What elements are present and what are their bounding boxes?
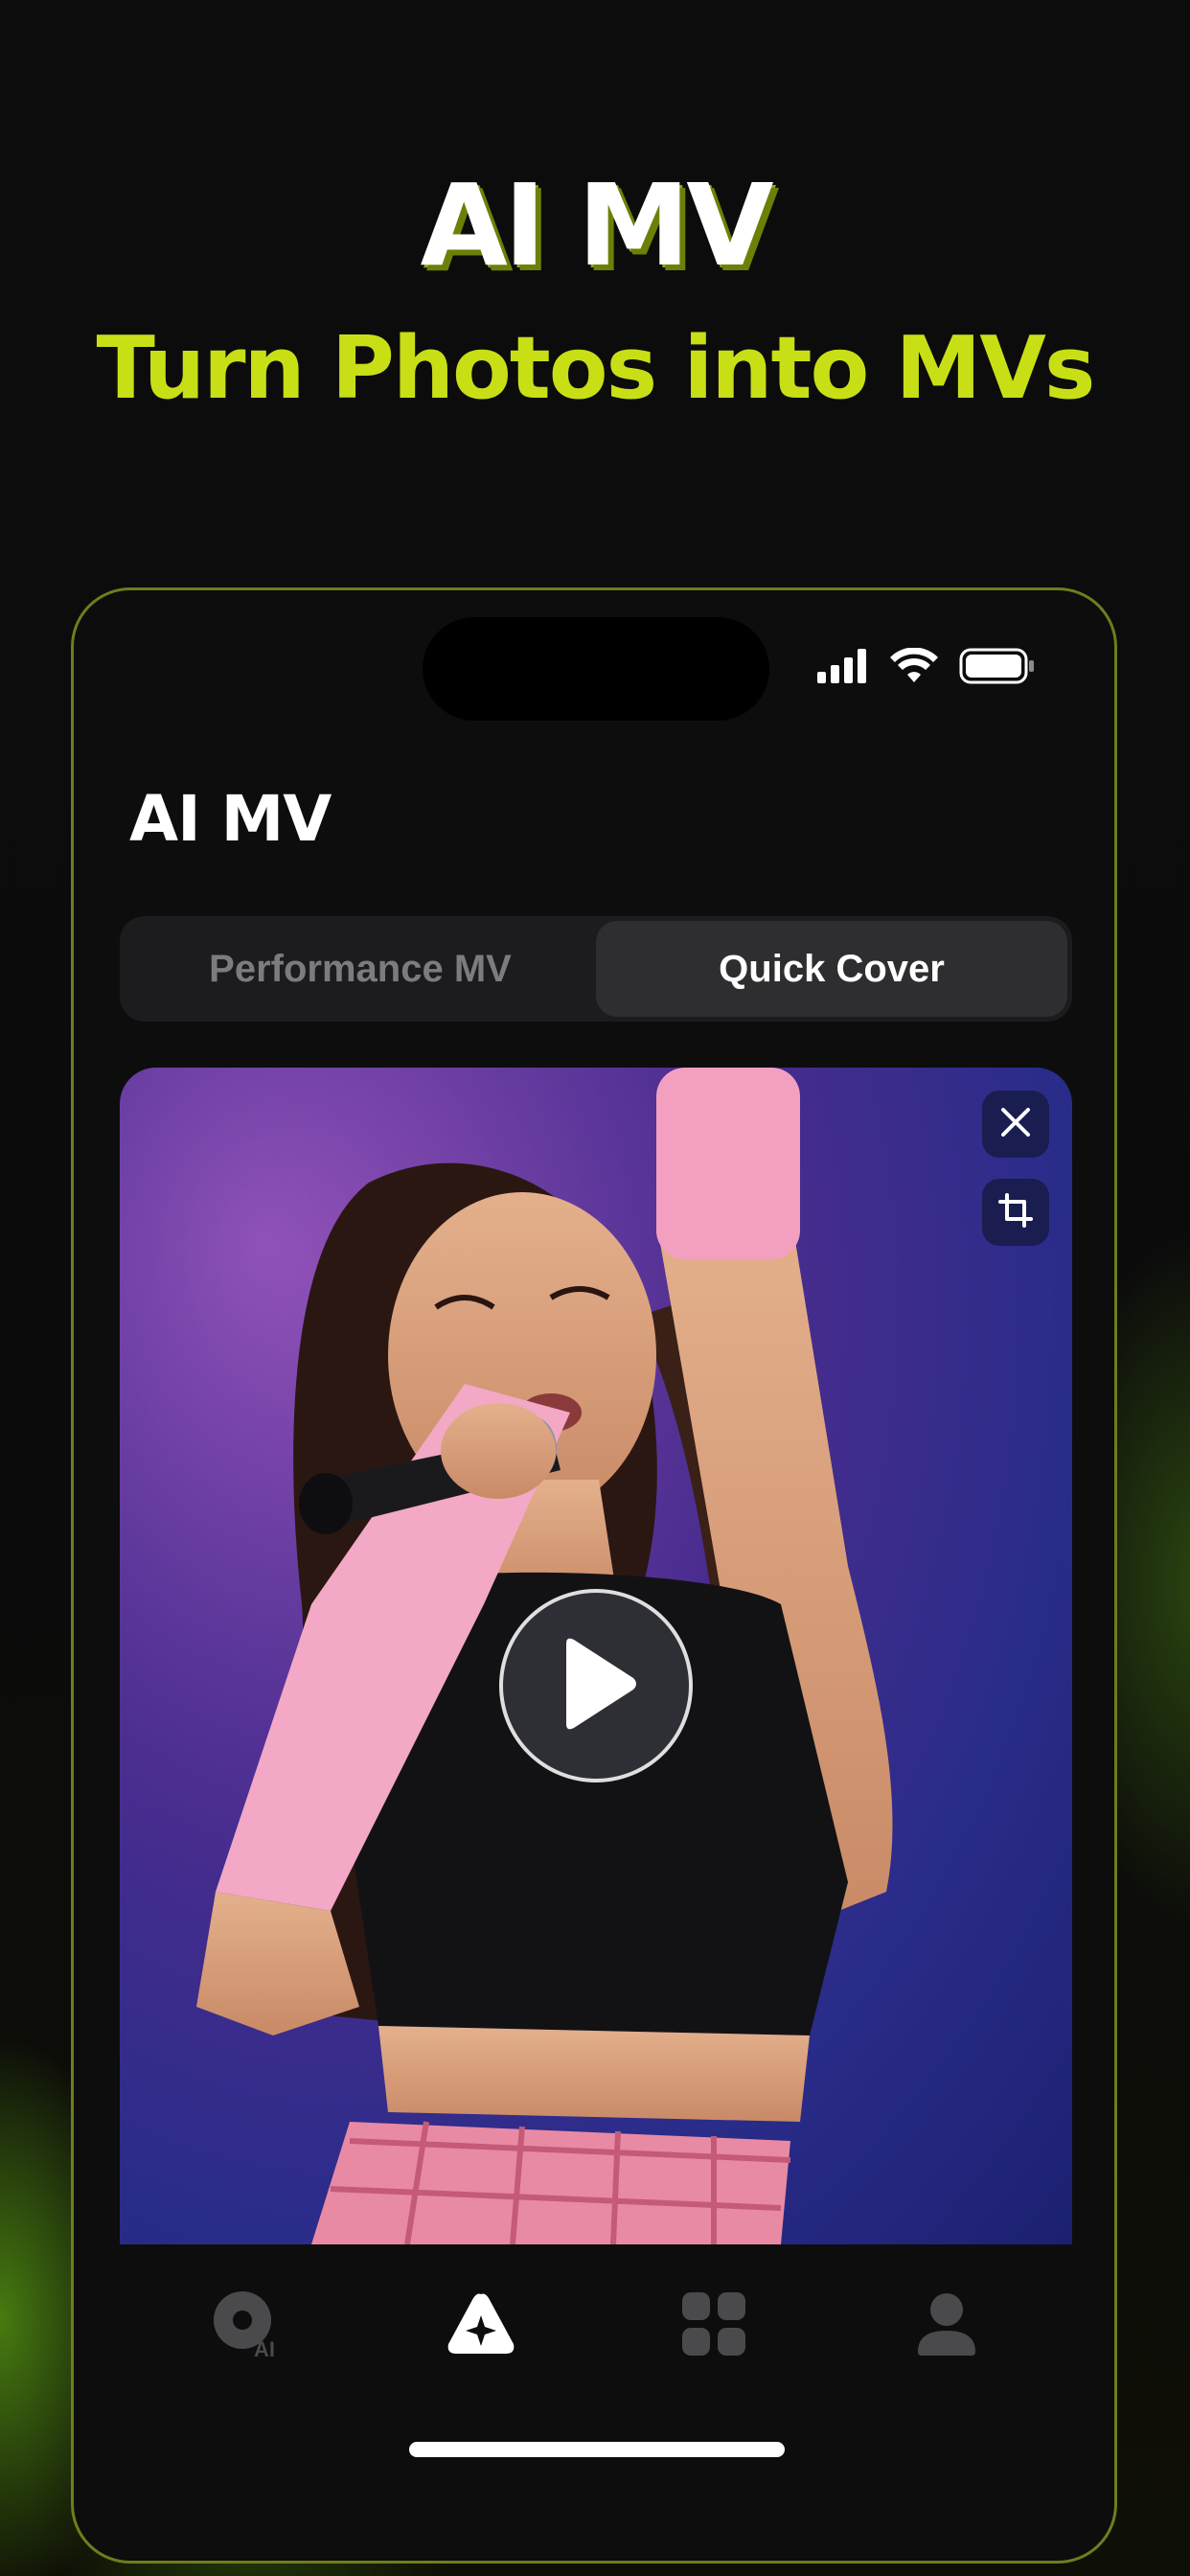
mode-segmented-control: Performance MV Quick Cover xyxy=(120,916,1072,1022)
crop-icon xyxy=(998,1193,1033,1231)
profile-icon xyxy=(916,2292,977,2359)
hero-title: AI MV xyxy=(420,159,773,291)
tab-gallery[interactable] xyxy=(671,2283,757,2369)
play-button[interactable] xyxy=(499,1589,693,1782)
home-indicator[interactable] xyxy=(409,2442,785,2457)
page: AI MV Turn Photos into MVs AI MV Perform… xyxy=(0,0,1190,2576)
close-icon xyxy=(999,1106,1032,1142)
tab-quick-cover[interactable]: Quick Cover xyxy=(596,921,1067,1017)
grid-icon xyxy=(681,2292,745,2359)
dynamic-island xyxy=(423,617,769,721)
tab-music-ai[interactable]: AI xyxy=(205,2283,291,2369)
hero-subtitle: Turn Photos into MVs xyxy=(96,318,1096,419)
play-icon xyxy=(553,1636,639,1736)
tab-performance-mv[interactable]: Performance MV xyxy=(125,921,596,1017)
close-button[interactable] xyxy=(982,1091,1049,1158)
music-ai-icon: AI xyxy=(210,2286,286,2366)
tab-profile[interactable] xyxy=(904,2283,990,2369)
tab-bar: AI xyxy=(74,2244,1114,2407)
tab-ai-label: AI xyxy=(254,2337,275,2361)
photo-preview[interactable] xyxy=(120,1068,1072,2244)
phone-frame: AI MV Performance MV Quick Cover AI xyxy=(71,587,1117,2564)
signal-icon xyxy=(817,649,869,687)
battery-icon xyxy=(959,648,1036,688)
sparkle-triangle-icon xyxy=(445,2290,517,2361)
tab-create[interactable] xyxy=(438,2283,524,2369)
app-title: AI MV xyxy=(129,782,332,856)
crop-button[interactable] xyxy=(982,1179,1049,1246)
wifi-icon xyxy=(890,647,938,688)
status-bar xyxy=(817,647,1036,688)
